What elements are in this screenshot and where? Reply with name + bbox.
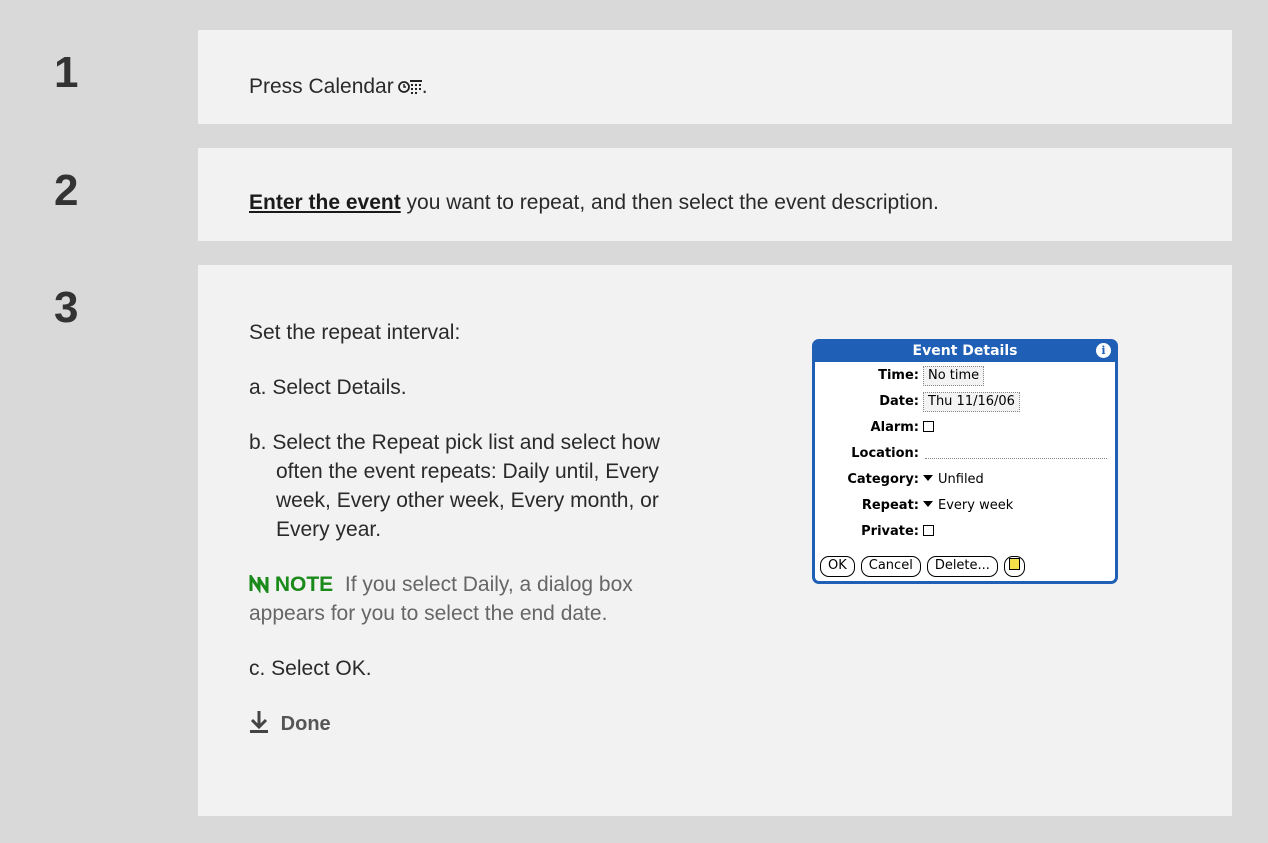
step-number: 2: [36, 148, 198, 241]
info-icon[interactable]: i: [1096, 343, 1111, 358]
dropdown-triangle-icon: [923, 501, 933, 507]
step-text: Press Calendar: [249, 75, 394, 98]
step-number: 3: [36, 265, 198, 816]
category-value: Unfiled: [938, 472, 984, 487]
step-text: you want to repeat, and then select the …: [400, 191, 939, 214]
location-label: Location:: [851, 446, 919, 461]
location-row: Location:: [815, 444, 1115, 464]
note-text: If you select Daily, a dialog box: [344, 573, 633, 596]
time-label: Time:: [878, 368, 919, 383]
private-label: Private:: [861, 524, 919, 539]
alarm-row: Alarm:: [815, 418, 1115, 438]
cancel-button[interactable]: Cancel: [860, 556, 921, 577]
date-field[interactable]: Thu 11/16/06: [923, 392, 1020, 412]
note-button[interactable]: [1003, 556, 1025, 577]
step-text-end: .: [421, 75, 428, 98]
done-marker: Done: [249, 709, 331, 739]
step-body: Press Calendar.: [198, 30, 1232, 124]
dropdown-triangle-icon: [923, 475, 933, 481]
time-row: Time: No time: [815, 366, 1115, 386]
step-body: Enter the event you want to repeat, and …: [198, 148, 1232, 241]
private-checkbox-wrap: [923, 522, 934, 542]
category-row: Category: Unfiled: [815, 470, 1115, 490]
event-details-dialog: Event Details i Time: No time Date: Thu …: [812, 339, 1118, 584]
repeat-picker[interactable]: Every week: [923, 496, 1013, 516]
substep-b-line4: Every year.: [276, 518, 382, 541]
dialog-buttons: OK Cancel Delete...: [820, 556, 1025, 577]
ok-button[interactable]: OK: [820, 556, 855, 577]
substep-b: b. Select the Repeat pick list and selec…: [249, 431, 660, 454]
repeat-value: Every week: [938, 498, 1014, 513]
step-number: 1: [36, 30, 198, 124]
note-label: NOTE: [274, 573, 334, 596]
substep-a: a. Select Details.: [249, 376, 407, 399]
step-3: 3 Set the repeat interval: a. Select Det…: [36, 265, 1232, 816]
dialog-title-bar: Event Details i: [815, 342, 1115, 362]
done-label: Done: [280, 713, 331, 735]
step-2: 2 Enter the event you want to repeat, an…: [36, 148, 1232, 241]
time-field[interactable]: No time: [923, 366, 985, 386]
private-row: Private:: [815, 522, 1115, 542]
note-icon: [1008, 558, 1020, 570]
date-label: Date:: [879, 394, 919, 409]
step-1: 1 Press Calendar.: [36, 30, 1232, 124]
dialog-title: Event Details: [912, 343, 1018, 359]
note: NOTE If you select Daily, a dialog box: [249, 570, 633, 599]
calendar-icon: [397, 76, 422, 94]
category-picker[interactable]: Unfiled: [923, 470, 984, 490]
location-input[interactable]: [925, 458, 1107, 459]
substep-b-line3: week, Every other week, Every month, or: [276, 489, 659, 512]
substep-b-line2: often the event repeats: Daily until, Ev…: [276, 460, 659, 483]
private-checkbox[interactable]: [923, 525, 934, 536]
note-icon: [249, 572, 269, 596]
step-intro: Set the repeat interval:: [249, 321, 461, 344]
enter-event-link[interactable]: Enter the event: [249, 191, 401, 214]
category-label: Category:: [847, 472, 919, 487]
alarm-checkbox[interactable]: [923, 421, 934, 432]
alarm-checkbox-wrap: [923, 418, 934, 438]
down-arrow-icon: [250, 711, 268, 733]
alarm-label: Alarm:: [870, 420, 919, 435]
date-row: Date: Thu 11/16/06: [815, 392, 1115, 412]
substep-c: c. Select OK.: [249, 657, 372, 680]
repeat-row: Repeat: Every week: [815, 496, 1115, 516]
repeat-label: Repeat:: [861, 498, 919, 513]
delete-button[interactable]: Delete...: [926, 556, 998, 577]
note-text-line2: appears for you to select the end date.: [249, 602, 608, 625]
step-body: Set the repeat interval: a. Select Detai…: [198, 265, 1232, 816]
